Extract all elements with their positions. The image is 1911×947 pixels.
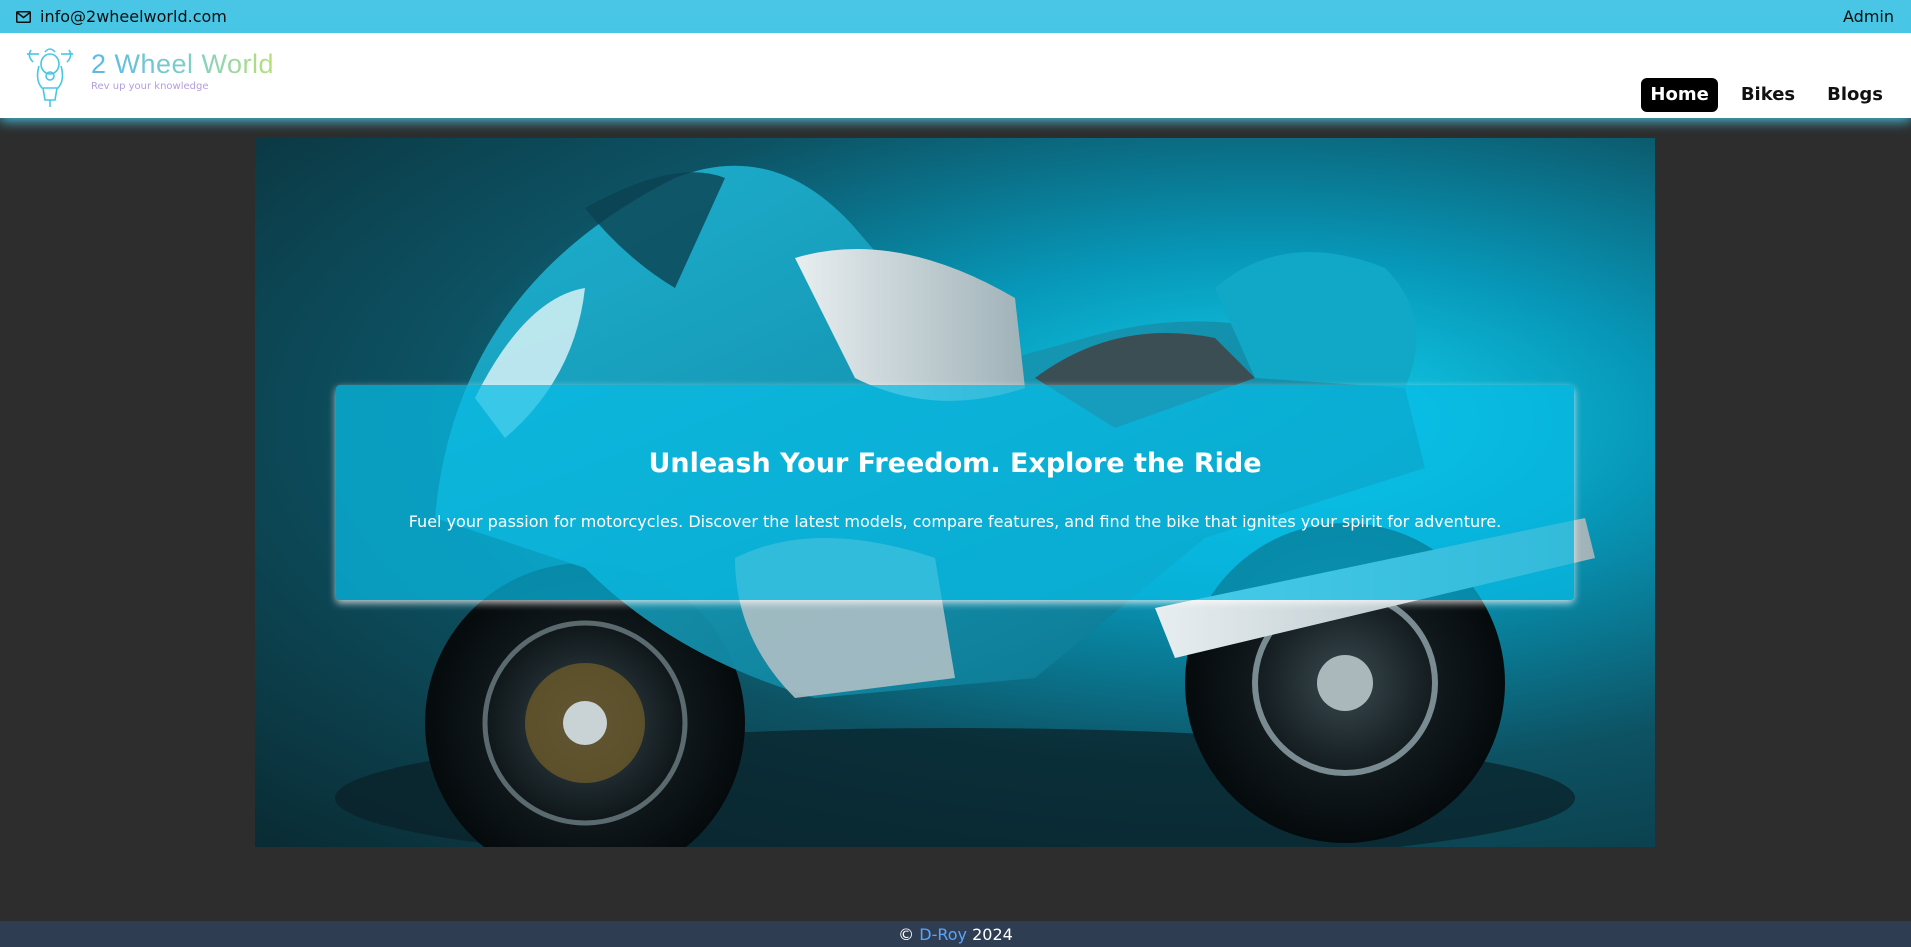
author-link[interactable]: D-Roy [919,925,967,944]
copyright-year: 2024 [972,924,1013,944]
hero-title: Unleash Your Freedom. Explore the Ride [648,448,1262,479]
site-header: 2 Wheel World Rev up your knowledge Home… [0,33,1911,118]
hero-banner: Unleash Your Freedom. Explore the Ride F… [255,138,1655,847]
nav-blogs[interactable]: Blogs [1818,78,1892,112]
brand-name: 2 Wheel World [91,49,275,79]
nav-bikes[interactable]: Bikes [1732,78,1804,112]
brand-logo-link[interactable]: 2 Wheel World Rev up your knowledge [25,42,274,108]
brand-tagline: Rev up your knowledge [91,81,209,92]
motorcycle-logo-icon [27,48,73,107]
mail-icon [16,10,31,23]
main-nav: Home Bikes Blogs [1641,78,1892,112]
hero-card: Unleash Your Freedom. Explore the Ride F… [336,385,1574,600]
contact-email-text: info@2wheelworld.com [40,7,227,26]
contact-email[interactable]: info@2wheelworld.com [16,7,227,26]
site-footer: © D-Roy 2024 [0,921,1911,947]
hero-subtitle: Fuel your passion for motorcycles. Disco… [408,512,1502,531]
copyright-symbol: © [898,924,915,944]
nav-home[interactable]: Home [1641,78,1718,112]
top-bar: info@2wheelworld.com Admin [0,0,1911,33]
admin-link[interactable]: Admin [1843,7,1894,26]
